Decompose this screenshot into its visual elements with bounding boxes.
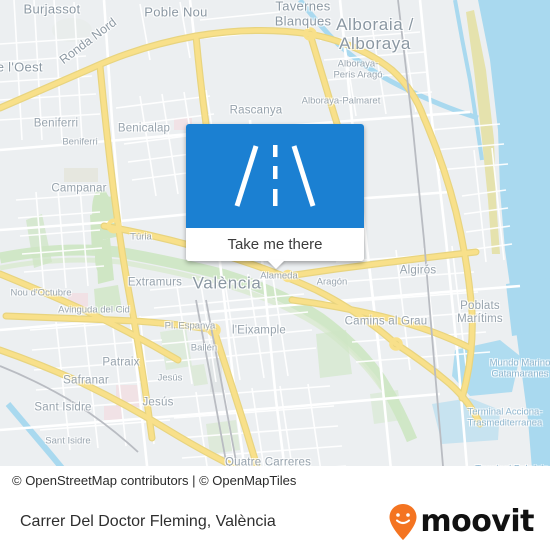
moovit-wordmark: moovit <box>420 504 534 539</box>
take-me-there-label: Take me there <box>227 236 323 253</box>
moovit-map-screenshot: Burjassot Poble Nou Tavernes Blanques Albora… <box>0 0 550 550</box>
map-attribution-bar: © OpenStreetMap contributors | © OpenMap… <box>0 466 550 494</box>
take-me-there-button[interactable]: Take me there <box>186 228 364 261</box>
destination-callout-card[interactable]: Take me there <box>186 124 364 269</box>
moovit-logo[interactable]: moovit <box>388 503 550 541</box>
moovit-pin-icon <box>389 504 417 540</box>
road-perspective-icon <box>234 145 316 207</box>
footer-bar: Carrer Del Doctor Fleming, València moov… <box>0 494 550 550</box>
location-title: Carrer Del Doctor Fleming, València <box>20 513 276 530</box>
card-image-area <box>186 124 364 228</box>
attribution-text[interactable]: © OpenStreetMap contributors | © OpenMap… <box>0 473 296 488</box>
callout-pointer-tip <box>267 260 285 269</box>
